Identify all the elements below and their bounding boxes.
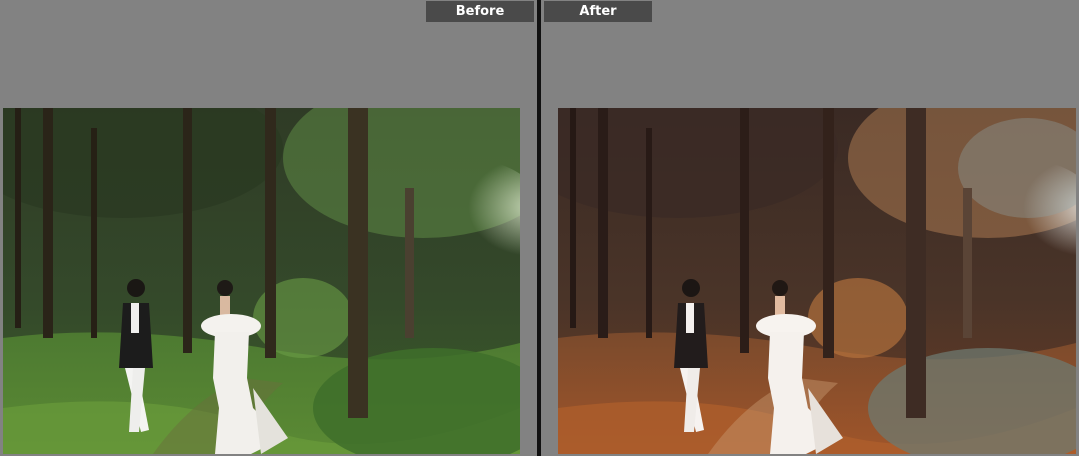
- after-photo: [558, 108, 1076, 454]
- after-forest-wedding-image: [558, 108, 1076, 454]
- before-photo: [3, 108, 520, 454]
- before-forest-wedding-image: [3, 108, 520, 454]
- after-label: After: [544, 1, 652, 22]
- before-pane: Before: [0, 0, 537, 456]
- before-after-comparison-view: Before After: [0, 0, 1079, 456]
- before-label: Before: [426, 1, 534, 22]
- after-pane: After: [541, 0, 1079, 456]
